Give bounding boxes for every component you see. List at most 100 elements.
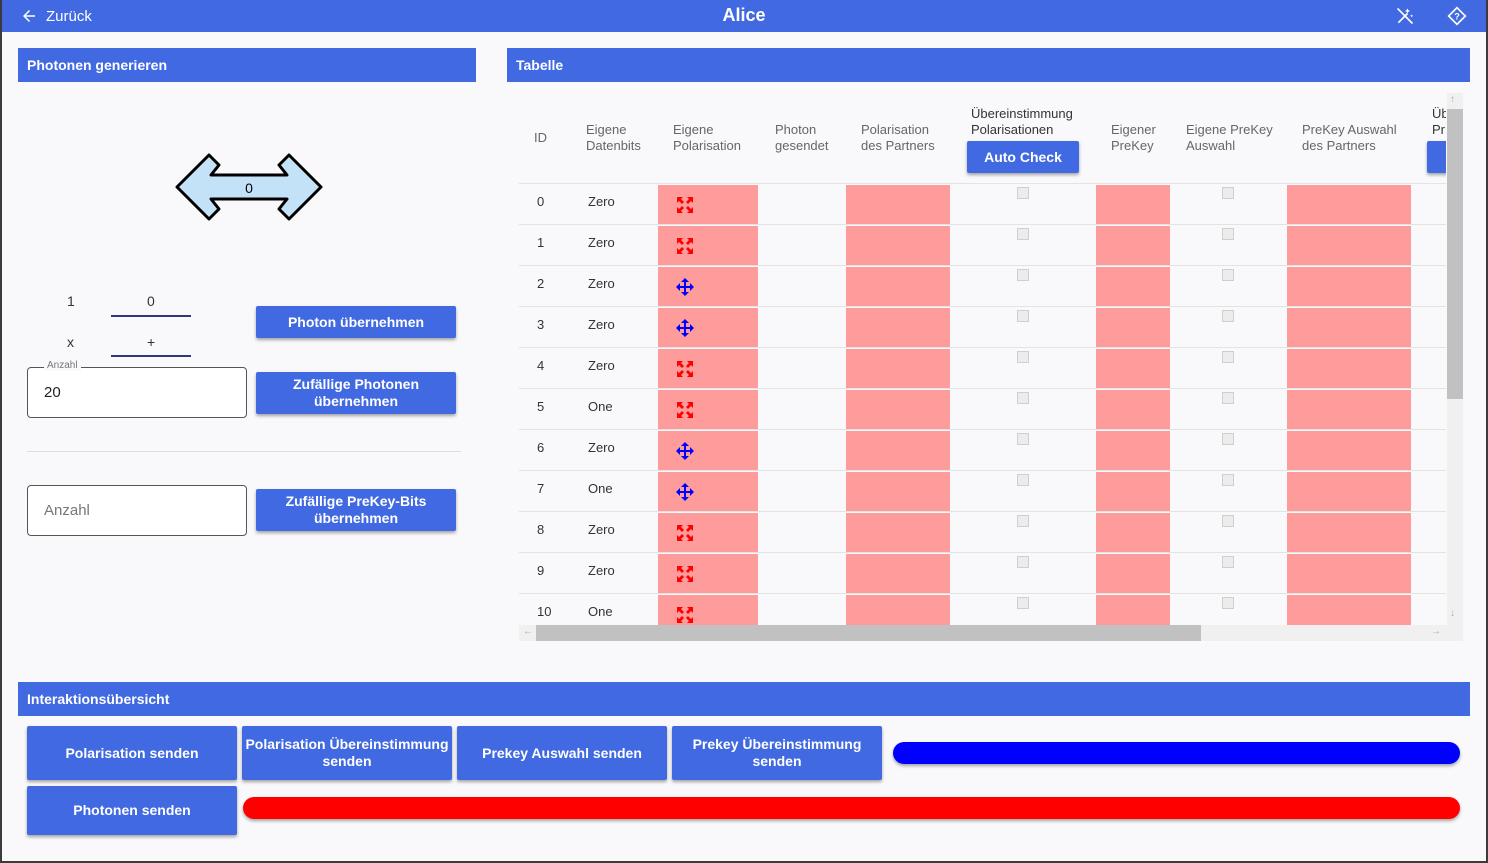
cell-partner-pol[interactable]: [846, 349, 950, 388]
cell-partner-prekey-sel[interactable]: [1287, 472, 1411, 511]
checkbox-own-prekey-sel[interactable]: [1222, 474, 1234, 486]
diagonal-arrows-icon[interactable]: [675, 359, 695, 379]
checkbox-match-pol[interactable]: [1017, 269, 1029, 281]
scroll-left-icon[interactable]: ←: [523, 626, 533, 637]
cell-partner-pol[interactable]: [846, 472, 950, 511]
cross-arrows-icon[interactable]: [675, 482, 695, 502]
cell-own-prekey[interactable]: [1096, 472, 1170, 511]
cell-partner-pol[interactable]: [846, 185, 950, 224]
checkbox-own-prekey-sel[interactable]: [1222, 187, 1234, 199]
cell-own-prekey[interactable]: [1096, 513, 1170, 552]
send-prekey-selection-button[interactable]: Prekey Auswahl senden: [457, 726, 667, 780]
auto-check-button[interactable]: Auto Check: [967, 141, 1079, 173]
cell-partner-prekey-sel[interactable]: [1287, 390, 1411, 429]
cell-own-pol[interactable]: [658, 185, 758, 224]
send-prekey-match-button[interactable]: Prekey Übereinstimmung senden: [672, 726, 882, 780]
cross-arrows-icon[interactable]: [675, 318, 695, 338]
cut-column-button[interactable]: [1427, 141, 1446, 173]
cell-partner-prekey-sel[interactable]: [1287, 431, 1411, 470]
cell-own-pol[interactable]: [658, 390, 758, 429]
checkbox-own-prekey-sel[interactable]: [1222, 515, 1234, 527]
diagonal-arrows-icon[interactable]: [675, 523, 695, 543]
cell-own-pol[interactable]: [658, 431, 758, 470]
cell-partner-pol[interactable]: [846, 267, 950, 306]
cell-partner-pol[interactable]: [846, 595, 950, 625]
random-prekey-button[interactable]: Zufällige PreKey-Bits übernehmen: [256, 489, 456, 531]
checkbox-own-prekey-sel[interactable]: [1222, 433, 1234, 445]
vertical-scroll-thumb[interactable]: [1447, 109, 1463, 399]
cell-own-pol[interactable]: [658, 308, 758, 347]
cell-partner-prekey-sel[interactable]: [1287, 513, 1411, 552]
cell-own-pol[interactable]: [658, 226, 758, 265]
cell-partner-prekey-sel[interactable]: [1287, 185, 1411, 224]
checkbox-match-pol[interactable]: [1017, 515, 1029, 527]
checkbox-own-prekey-sel[interactable]: [1222, 597, 1234, 609]
cell-own-prekey[interactable]: [1096, 431, 1170, 470]
checkbox-match-pol[interactable]: [1017, 310, 1029, 322]
checkbox-match-pol[interactable]: [1017, 556, 1029, 568]
checkbox-match-pol[interactable]: [1017, 228, 1029, 240]
horizontal-scroll-thumb[interactable]: [536, 625, 1201, 641]
help-diamond-icon[interactable]: ?: [1447, 6, 1467, 26]
send-photons-button[interactable]: Photonen senden: [27, 786, 237, 835]
diagonal-arrows-icon[interactable]: [675, 195, 695, 215]
scroll-down-icon[interactable]: ↓: [1450, 608, 1455, 619]
cell-partner-prekey-sel[interactable]: [1287, 226, 1411, 265]
cell-own-prekey[interactable]: [1096, 390, 1170, 429]
cell-own-prekey[interactable]: [1096, 554, 1170, 593]
table-horizontal-scrollbar[interactable]: ← →: [519, 625, 1463, 641]
cell-own-prekey[interactable]: [1096, 267, 1170, 306]
cross-arrows-icon[interactable]: [675, 441, 695, 461]
cell-partner-prekey-sel[interactable]: [1287, 595, 1411, 625]
take-photon-button[interactable]: Photon übernehmen: [256, 306, 456, 338]
cell-partner-prekey-sel[interactable]: [1287, 554, 1411, 593]
diagonal-arrows-icon[interactable]: [675, 400, 695, 420]
cell-own-pol[interactable]: [658, 267, 758, 306]
count-field[interactable]: Anzahl 20: [27, 360, 247, 418]
random-photons-button[interactable]: Zufällige Photonen übernehmen: [256, 372, 456, 414]
scroll-right-icon[interactable]: →: [1431, 626, 1441, 637]
scroll-up-icon[interactable]: ↑: [1450, 94, 1455, 105]
cell-own-pol[interactable]: [658, 472, 758, 511]
cell-partner-pol[interactable]: [846, 390, 950, 429]
send-polarization-button[interactable]: Polarisation senden: [27, 726, 237, 780]
cross-arrows-icon[interactable]: [675, 277, 695, 297]
checkbox-own-prekey-sel[interactable]: [1222, 392, 1234, 404]
cell-own-prekey[interactable]: [1096, 226, 1170, 265]
checkbox-own-prekey-sel[interactable]: [1222, 310, 1234, 322]
diagonal-arrows-icon[interactable]: [675, 236, 695, 256]
checkbox-own-prekey-sel[interactable]: [1222, 556, 1234, 568]
bit-select[interactable]: 0: [147, 293, 155, 309]
diagonal-arrows-icon[interactable]: [675, 564, 695, 584]
diagonal-arrows-icon[interactable]: [675, 605, 695, 625]
checkbox-match-pol[interactable]: [1017, 187, 1029, 199]
checkbox-match-pol[interactable]: [1017, 351, 1029, 363]
checkbox-match-pol[interactable]: [1017, 597, 1029, 609]
cell-partner-pol[interactable]: [846, 431, 950, 470]
cell-partner-prekey-sel[interactable]: [1287, 349, 1411, 388]
checkbox-own-prekey-sel[interactable]: [1222, 351, 1234, 363]
cell-own-prekey[interactable]: [1096, 308, 1170, 347]
checkbox-match-pol[interactable]: [1017, 433, 1029, 445]
cell-partner-pol[interactable]: [846, 513, 950, 552]
magic-wand-off-icon[interactable]: [1395, 6, 1415, 26]
cell-partner-prekey-sel[interactable]: [1287, 308, 1411, 347]
checkbox-match-pol[interactable]: [1017, 474, 1029, 486]
cell-own-pol[interactable]: [658, 349, 758, 388]
cell-own-prekey[interactable]: [1096, 595, 1170, 625]
cell-own-pol[interactable]: [658, 554, 758, 593]
cell-partner-pol[interactable]: [846, 226, 950, 265]
basis-select[interactable]: +: [147, 334, 155, 350]
cell-partner-pol[interactable]: [846, 308, 950, 347]
cell-own-prekey[interactable]: [1096, 349, 1170, 388]
checkbox-match-pol[interactable]: [1017, 392, 1029, 404]
cell-own-pol[interactable]: [658, 595, 758, 625]
cell-partner-prekey-sel[interactable]: [1287, 267, 1411, 306]
send-pol-match-button[interactable]: Polarisation Übereinstimmung senden: [242, 726, 452, 780]
checkbox-own-prekey-sel[interactable]: [1222, 228, 1234, 240]
cell-own-pol[interactable]: [658, 513, 758, 552]
cell-partner-pol[interactable]: [846, 554, 950, 593]
table-vertical-scrollbar[interactable]: ↑ ↓: [1447, 93, 1463, 625]
prekey-count-field[interactable]: Anzahl: [27, 485, 247, 536]
checkbox-own-prekey-sel[interactable]: [1222, 269, 1234, 281]
